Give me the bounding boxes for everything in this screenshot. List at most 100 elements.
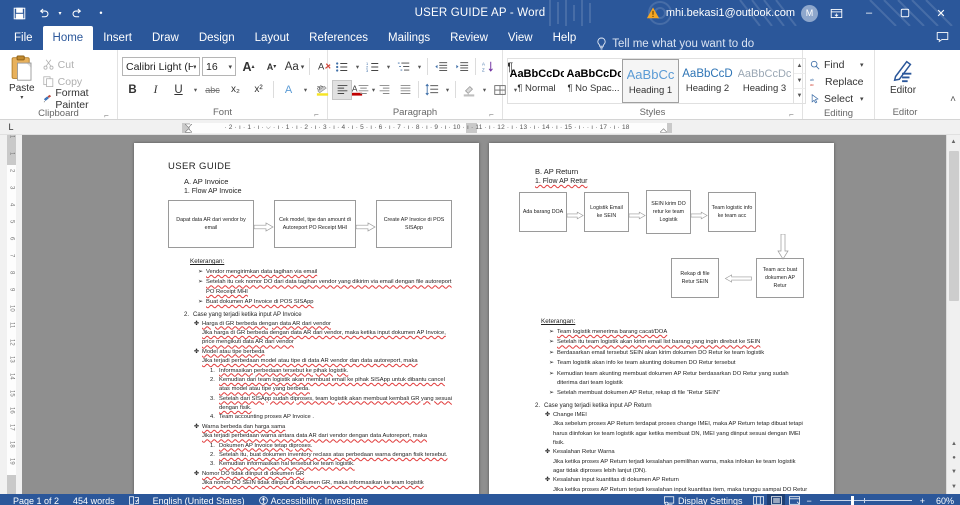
display-settings-button[interactable]: Display Settings	[657, 496, 750, 505]
style-no-spacing[interactable]: AaBbCcDc ¶ No Spac...	[565, 59, 622, 103]
zoom-out-button[interactable]: −	[803, 496, 814, 505]
print-layout-button[interactable]	[767, 494, 786, 505]
previous-page-icon[interactable]: ▲	[949, 438, 959, 450]
increase-indent-button[interactable]	[452, 57, 472, 77]
close-button[interactable]: ✕	[926, 0, 956, 26]
warning-icon[interactable]	[646, 6, 660, 20]
align-center-button[interactable]	[353, 80, 373, 100]
tab-design[interactable]: Design	[189, 26, 245, 50]
undo-icon[interactable]	[32, 2, 54, 24]
language-indicator[interactable]: English (United States)	[146, 496, 252, 505]
zoom-level[interactable]: 60%	[928, 496, 954, 505]
bullets-caret-icon[interactable]: ▾	[353, 57, 362, 77]
read-mode-button[interactable]	[749, 494, 767, 505]
text-effects-caret-icon[interactable]: ▾	[301, 80, 310, 100]
bullets-button[interactable]	[332, 57, 352, 77]
select-browse-object-icon[interactable]: ●	[949, 452, 959, 464]
subscript-button[interactable]: x₂	[225, 79, 246, 100]
tab-home[interactable]: Home	[42, 26, 94, 50]
multilevel-list-button[interactable]	[394, 57, 414, 77]
vertical-scrollbar[interactable]: ▲ ▲ ● ▼ ▼	[946, 135, 960, 494]
tab-references[interactable]: References	[299, 26, 378, 50]
font-dialog-launcher[interactable]: ⌐	[312, 110, 321, 119]
select-caret-icon[interactable]: ▾	[860, 95, 864, 103]
line-spacing-button[interactable]	[422, 80, 442, 100]
account-name[interactable]: mhi.bekasi1@outlook.com	[666, 7, 795, 19]
next-page-icon[interactable]: ▼	[949, 466, 959, 478]
line-spacing-caret-icon[interactable]: ▾	[443, 80, 452, 100]
shading-button[interactable]	[459, 80, 479, 100]
decrease-indent-button[interactable]	[431, 57, 451, 77]
collapse-ribbon-icon[interactable]: ˄	[950, 94, 956, 105]
tab-mailings[interactable]: Mailings	[378, 26, 440, 50]
scroll-down-icon[interactable]: ▼	[947, 480, 960, 494]
accessibility-indicator[interactable]: Accessibility: Investigate	[252, 496, 376, 505]
paste-button[interactable]: Paste ▾	[4, 53, 40, 101]
replace-button[interactable]: ab ac Replace	[807, 73, 867, 90]
comments-icon[interactable]	[930, 24, 954, 50]
styles-dialog-launcher[interactable]: ⌐	[787, 110, 796, 119]
hanging-indent-marker[interactable]	[185, 127, 192, 134]
tab-draw[interactable]: Draw	[142, 26, 189, 50]
style-normal[interactable]: AaBbCcDc ¶ Normal	[508, 59, 565, 103]
zoom-in-button[interactable]: +	[917, 496, 928, 505]
italic-button[interactable]: I	[145, 79, 166, 100]
document-page-2[interactable]: B. AP Return 1. Flow AP Retur Ada barang…	[489, 143, 834, 494]
font-size-caret-icon[interactable]: ▾	[228, 63, 232, 71]
style-heading-3[interactable]: AaBbCcDc Heading 3	[736, 59, 793, 103]
grow-font-icon[interactable]: A ▴	[238, 56, 259, 77]
vertical-ruler[interactable]: 1 1 2 3 4 5 6 7 8 9 10 11 12 13 14 15 16…	[0, 135, 22, 494]
sort-button[interactable]: AZ	[479, 57, 499, 77]
align-right-button[interactable]	[374, 80, 394, 100]
multilevel-caret-icon[interactable]: ▾	[415, 57, 424, 77]
scroll-up-icon[interactable]: ▲	[947, 135, 960, 149]
horizontal-ruler[interactable]: · 2 · ı · 1 · ı · ⌵ · ı · 1 · ı · 2 · ı …	[22, 121, 960, 134]
tab-layout[interactable]: Layout	[245, 26, 300, 50]
page-indicator[interactable]: Page 1 of 2	[6, 496, 66, 505]
word-count[interactable]: 454 words	[66, 496, 122, 505]
tab-view[interactable]: View	[498, 26, 543, 50]
tab-review[interactable]: Review	[440, 26, 498, 50]
find-button[interactable]: Find ▾	[807, 56, 867, 73]
format-painter-button[interactable]: Format Painter	[40, 87, 113, 111]
right-indent-marker[interactable]	[660, 127, 667, 134]
tell-me-search[interactable]: Tell me what you want to do	[586, 37, 754, 50]
document-canvas[interactable]: USER GUIDE A. AP Invoice 1. Flow AP Invo…	[22, 135, 946, 494]
save-icon[interactable]	[8, 2, 30, 24]
underline-caret-icon[interactable]: ▾	[191, 80, 200, 100]
tab-insert[interactable]: Insert	[93, 26, 142, 50]
select-button[interactable]: Select ▾	[807, 90, 867, 107]
strikethrough-button[interactable]: abc	[202, 79, 223, 100]
style-heading-1[interactable]: AaBbCc Heading 1	[622, 59, 679, 103]
shrink-font-icon[interactable]: A ▾	[261, 56, 282, 77]
justify-button[interactable]	[395, 80, 415, 100]
clipboard-dialog-launcher[interactable]: ⌐	[102, 111, 111, 120]
change-case-icon[interactable]: Aa ▾	[284, 56, 305, 77]
style-heading-2[interactable]: AaBbCcD Heading 2	[679, 59, 736, 103]
text-effects-button[interactable]: A	[278, 79, 299, 100]
editor-button[interactable]: Editor	[879, 53, 927, 96]
redo-icon[interactable]	[66, 2, 88, 24]
undo-dropdown-icon[interactable]: ▾	[56, 2, 64, 24]
avatar[interactable]: M	[801, 4, 818, 22]
zoom-thumb[interactable]	[851, 496, 854, 505]
paragraph-dialog-launcher[interactable]: ⌐	[487, 110, 496, 119]
zoom-slider[interactable]	[819, 494, 912, 505]
maximize-restore-button[interactable]	[890, 0, 920, 26]
web-layout-button[interactable]	[785, 494, 803, 505]
paste-dropdown-icon[interactable]: ▾	[20, 94, 23, 101]
scrollbar-thumb[interactable]	[949, 151, 959, 301]
font-name-combo[interactable]: Calibri Light (Hea ▾	[122, 57, 200, 76]
bold-button[interactable]: B	[122, 79, 143, 100]
tab-file[interactable]: File	[4, 26, 43, 50]
underline-button[interactable]: U	[168, 79, 189, 100]
cut-button[interactable]: Cut	[40, 56, 113, 73]
find-caret-icon[interactable]: ▾	[860, 61, 864, 69]
customize-qat-icon[interactable]: •	[90, 2, 112, 24]
font-size-combo[interactable]: 16 ▾	[202, 57, 236, 76]
tab-help[interactable]: Help	[543, 26, 587, 50]
numbering-caret-icon[interactable]: ▾	[384, 57, 393, 77]
superscript-button[interactable]: x²	[248, 79, 269, 100]
font-name-caret-icon[interactable]: ▾	[193, 63, 196, 71]
document-page-1[interactable]: USER GUIDE A. AP Invoice 1. Flow AP Invo…	[134, 143, 479, 494]
